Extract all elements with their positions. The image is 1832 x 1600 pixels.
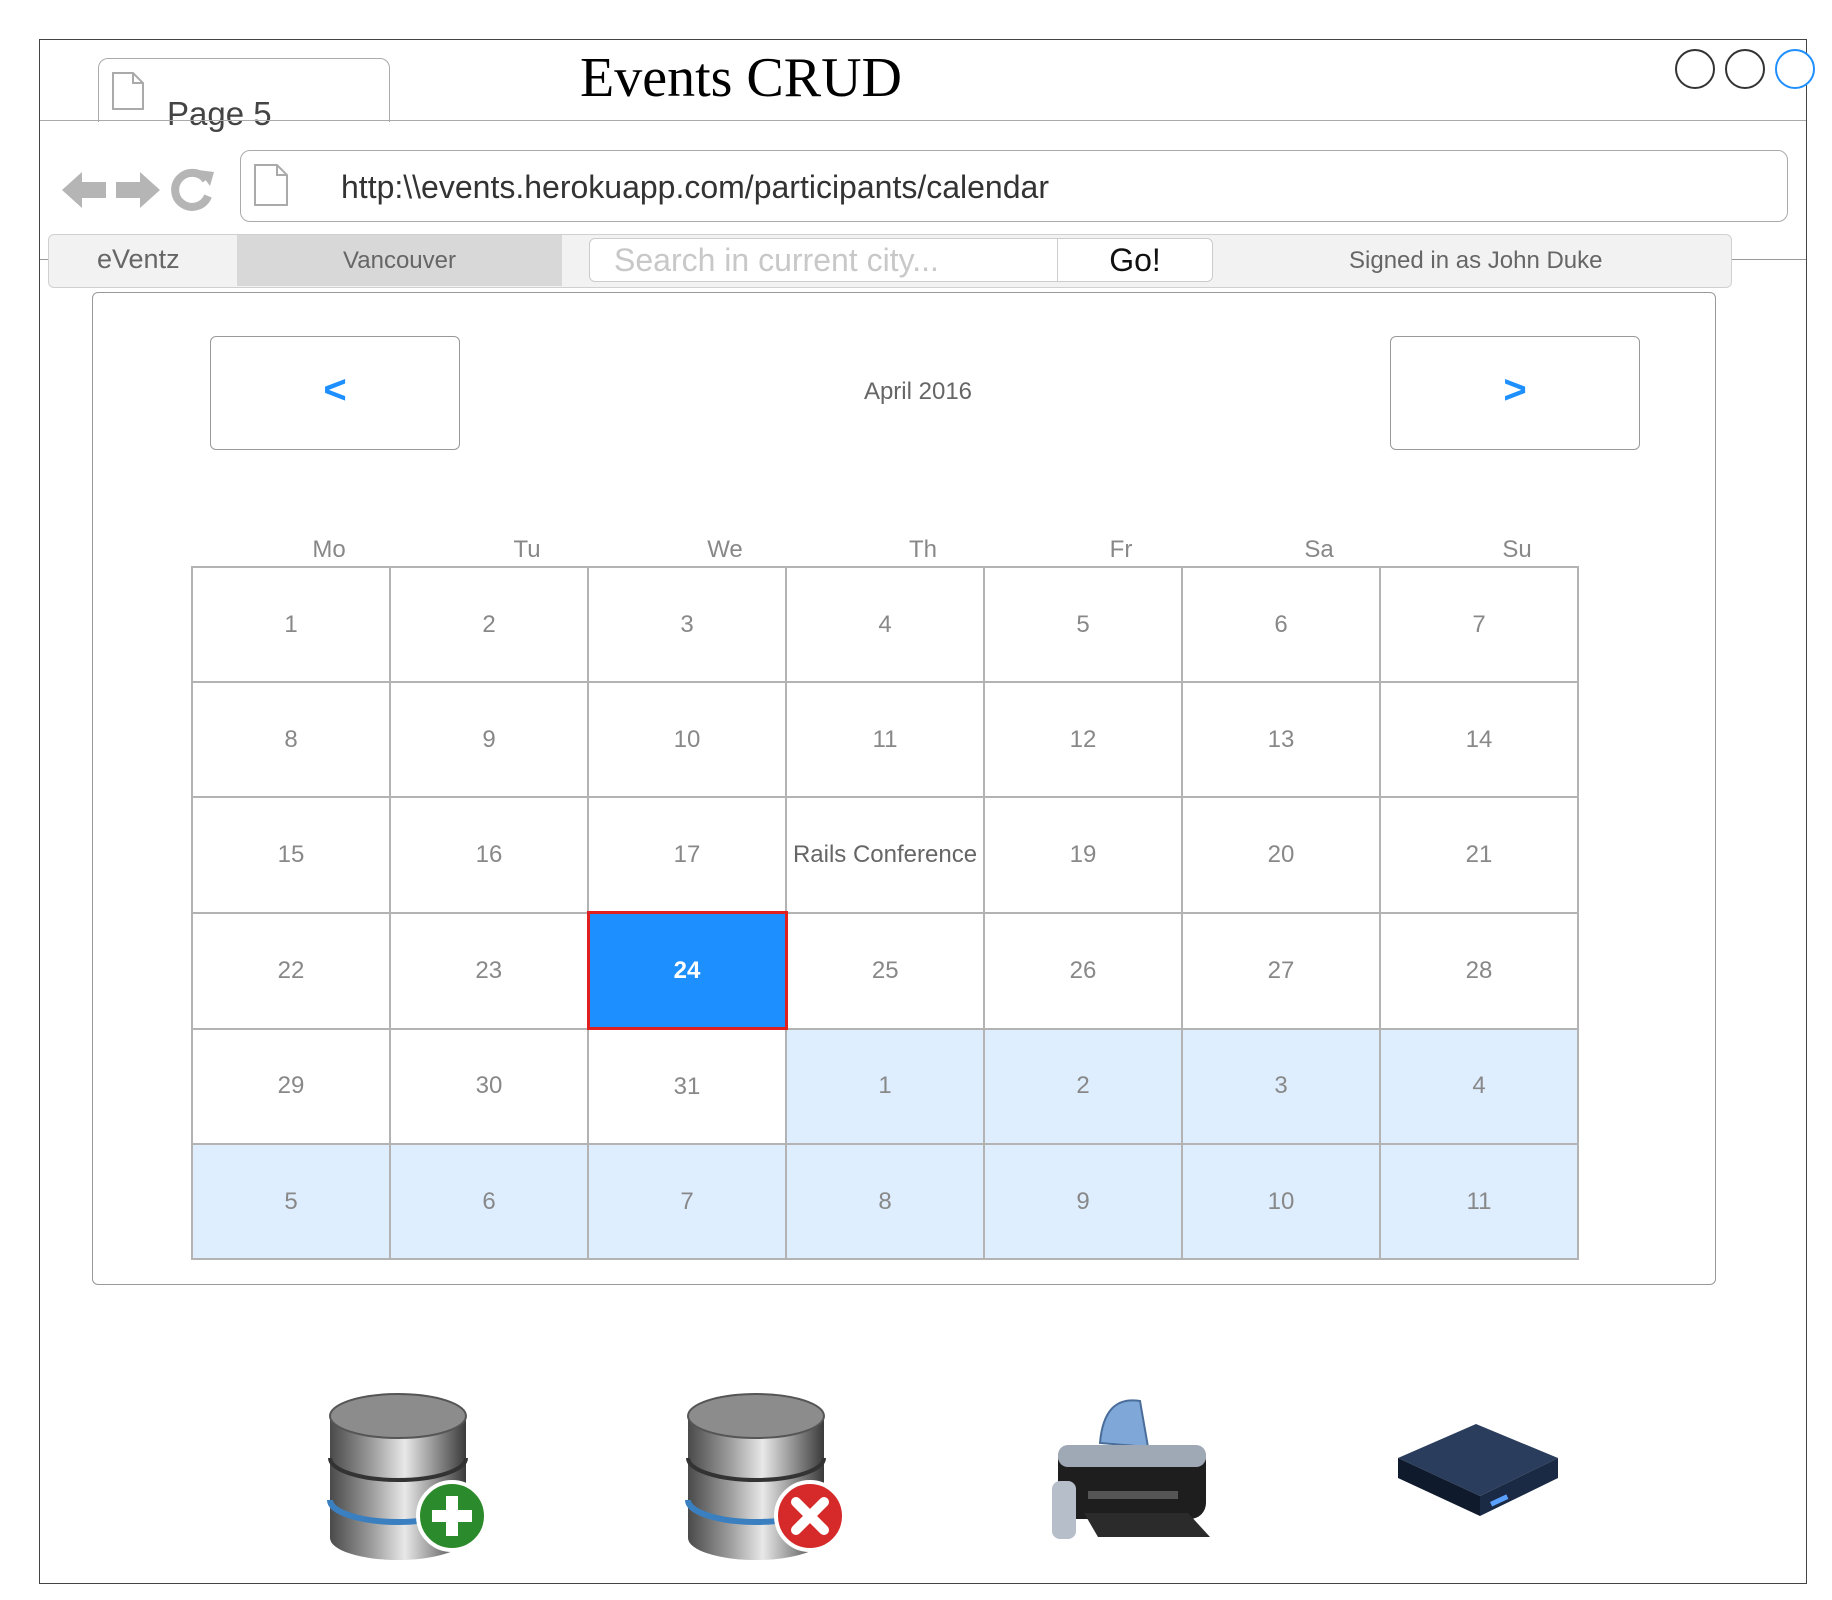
- calendar-week: 8 9 10 11 12 13 14: [191, 681, 1579, 798]
- calendar-week: 29 30 31 1 2 3 4: [191, 1027, 1579, 1145]
- day-cell[interactable]: 9: [389, 681, 589, 798]
- back-arrow-icon[interactable]: [60, 166, 108, 214]
- event-cell-rails-conference[interactable]: Rails Conference: [785, 796, 985, 914]
- weekday-label: Fr: [1109, 536, 1133, 563]
- go-button[interactable]: Go!: [1057, 238, 1213, 282]
- day-cell[interactable]: 5: [983, 566, 1183, 683]
- day-cell[interactable]: 29: [191, 1027, 391, 1145]
- other-month-day-cell[interactable]: 8: [785, 1143, 985, 1260]
- signed-in-status: Signed in as John Duke: [1349, 247, 1603, 274]
- other-month-day-cell[interactable]: 5: [191, 1143, 391, 1260]
- weekday-label: Sa: [1304, 536, 1334, 563]
- other-month-day-cell[interactable]: 4: [1379, 1027, 1579, 1145]
- calendar-week: 15 16 17 Rails Conference 19 20 21: [191, 796, 1579, 914]
- day-cell[interactable]: 17: [587, 796, 787, 914]
- page-icon: [254, 164, 288, 206]
- day-cell[interactable]: 14: [1379, 681, 1579, 798]
- day-cell[interactable]: 7: [1379, 566, 1579, 683]
- database-add-icon[interactable]: [322, 1388, 492, 1568]
- next-month-button[interactable]: >: [1390, 336, 1640, 450]
- weekday-label: We: [707, 536, 743, 563]
- weekday-label: Tu: [513, 536, 541, 563]
- window-close-button[interactable]: [1775, 49, 1815, 89]
- brand-link[interactable]: eVentz: [97, 244, 180, 275]
- weekday-label: Th: [908, 536, 937, 563]
- window-minimize-button[interactable]: [1675, 49, 1715, 89]
- other-month-day-cell[interactable]: 11: [1379, 1143, 1579, 1260]
- other-month-day-cell[interactable]: 1: [785, 1027, 985, 1145]
- search-input[interactable]: [589, 238, 1059, 282]
- day-cell[interactable]: 20: [1181, 796, 1381, 914]
- day-cell[interactable]: 13: [1181, 681, 1381, 798]
- hard-drive-icon[interactable]: [1392, 1418, 1562, 1528]
- city-label: Vancouver: [343, 247, 456, 274]
- reload-icon[interactable]: [168, 166, 216, 214]
- day-cell[interactable]: 22: [191, 911, 391, 1030]
- day-cell[interactable]: 28: [1379, 911, 1579, 1030]
- other-month-day-cell[interactable]: 6: [389, 1143, 589, 1260]
- database-delete-icon[interactable]: [680, 1388, 850, 1568]
- calendar-week: 5 6 7 8 9 10 11: [191, 1143, 1579, 1260]
- other-month-day-cell[interactable]: 3: [1181, 1027, 1381, 1145]
- day-cell[interactable]: 3: [587, 566, 787, 683]
- other-month-day-cell[interactable]: 9: [983, 1143, 1183, 1260]
- day-cell[interactable]: 4: [785, 566, 985, 683]
- forward-arrow-icon[interactable]: [114, 166, 162, 214]
- calendar-grid: 1 2 3 4 5 6 7 8 9 10 11 12 13 14 15 16 1…: [191, 566, 1579, 1260]
- other-month-day-cell[interactable]: 7: [587, 1143, 787, 1260]
- window-title: Events CRUD: [580, 47, 902, 109]
- day-cell[interactable]: 31: [587, 1027, 787, 1145]
- weekday-label: Su: [1502, 536, 1532, 563]
- day-cell[interactable]: 10: [587, 681, 787, 798]
- prev-month-button[interactable]: <: [210, 336, 460, 450]
- tab-label: Page 5: [167, 95, 272, 132]
- day-cell[interactable]: 16: [389, 796, 589, 914]
- day-cell[interactable]: 15: [191, 796, 391, 914]
- calendar-week: 1 2 3 4 5 6 7: [191, 566, 1579, 683]
- day-cell[interactable]: 11: [785, 681, 985, 798]
- calendar-week: 22 23 24 25 26 27 28: [191, 911, 1579, 1030]
- day-cell[interactable]: 6: [1181, 566, 1381, 683]
- day-cell[interactable]: 23: [389, 911, 589, 1030]
- other-month-day-cell[interactable]: 2: [983, 1027, 1183, 1145]
- day-cell[interactable]: 12: [983, 681, 1183, 798]
- day-cell[interactable]: 27: [1181, 911, 1381, 1030]
- day-cell[interactable]: 30: [389, 1027, 589, 1145]
- day-cell[interactable]: 8: [191, 681, 391, 798]
- tab-strip-border: [40, 120, 1806, 121]
- browser-nav-buttons: [60, 166, 216, 214]
- url-text: http:\\events.herokuapp.com/participants…: [341, 169, 1049, 205]
- day-cell[interactable]: 21: [1379, 796, 1579, 914]
- window-maximize-button[interactable]: [1725, 49, 1765, 89]
- app-navbar: eVentz Vancouver Go! Signed in as John D…: [48, 234, 1732, 288]
- address-bar[interactable]: http:\\events.herokuapp.com/participants…: [240, 150, 1788, 222]
- day-cell[interactable]: 26: [983, 911, 1183, 1030]
- document-icon: [112, 72, 144, 110]
- weekday-label: Mo: [312, 536, 346, 563]
- day-cell[interactable]: 1: [191, 566, 391, 683]
- printer-icon[interactable]: [1048, 1395, 1218, 1555]
- selected-day-cell[interactable]: 24: [586, 911, 788, 1030]
- other-month-day-cell[interactable]: 10: [1181, 1143, 1381, 1260]
- day-cell[interactable]: 2: [389, 566, 589, 683]
- month-label: April 2016: [863, 378, 973, 405]
- day-cell[interactable]: 25: [785, 911, 985, 1030]
- day-cell[interactable]: 19: [983, 796, 1183, 914]
- browser-tab[interactable]: Page 5: [98, 58, 390, 132]
- city-selector[interactable]: Vancouver: [237, 235, 562, 286]
